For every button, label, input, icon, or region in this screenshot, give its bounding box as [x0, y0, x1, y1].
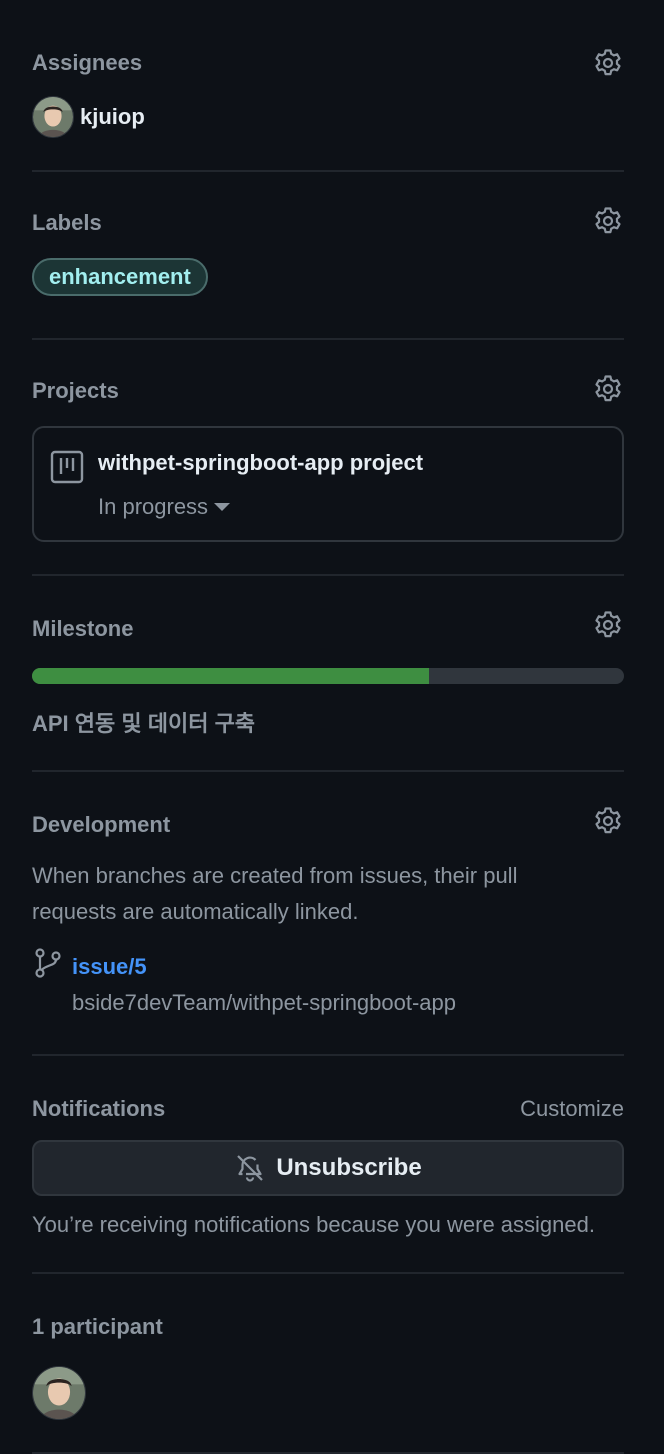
git-branch-icon	[34, 948, 62, 978]
notifications-title: Notifications	[32, 1096, 166, 1121]
milestone-progress-bar	[32, 668, 624, 684]
projects-title: Projects	[32, 378, 119, 403]
project-name[interactable]: withpet-springboot-app project	[98, 450, 423, 476]
development-description: When branches are created from issues, t…	[32, 863, 518, 924]
project-status-dropdown[interactable]: In progress	[98, 494, 231, 520]
milestone-progress-fill	[32, 668, 429, 684]
assignee-item[interactable]: kjuiop	[32, 96, 145, 138]
participants-title: 1 participant	[32, 1314, 163, 1339]
unsubscribe-button[interactable]: Unsubscribe	[32, 1140, 624, 1196]
caret-down-icon	[214, 503, 231, 511]
labels-gear-icon[interactable]	[592, 205, 624, 237]
participants-section: 1 participant	[32, 1274, 624, 1454]
project-status-value: In progress	[98, 494, 209, 519]
assignees-title: Assignees	[32, 50, 143, 75]
participant-avatar[interactable]	[32, 1366, 86, 1420]
branch-link[interactable]: issue/5	[72, 954, 147, 980]
development-section: Development When branches are created fr…	[32, 772, 624, 1056]
development-gear-icon[interactable]	[592, 805, 624, 837]
labels-section: Labels enhancement	[32, 172, 624, 340]
milestone-section: Milestone API 연동 및 데이터 구축	[32, 576, 624, 772]
project-board-icon	[50, 450, 84, 484]
milestone-title: Milestone	[32, 616, 134, 641]
projects-section: Projects withpet-springboot-app project …	[32, 340, 624, 576]
assignees-gear-icon[interactable]	[592, 47, 624, 79]
branch-repo: bside7devTeam/withpet-springboot-app	[72, 990, 457, 1015]
label-enhancement[interactable]: enhancement	[32, 258, 208, 296]
notifications-section: Notifications Customize Unsubscribe You’…	[32, 1056, 624, 1274]
labels-title: Labels	[32, 210, 102, 235]
assignees-section: Assignees kjuiop	[32, 0, 624, 172]
development-title: Development	[32, 812, 171, 837]
milestone-gear-icon[interactable]	[592, 609, 624, 641]
notification-reason: You’re receiving notifications because y…	[32, 1212, 595, 1237]
project-card: withpet-springboot-app project In progre…	[32, 426, 624, 542]
unsubscribe-label: Unsubscribe	[276, 1154, 422, 1181]
assignee-login: kjuiop	[80, 104, 145, 129]
assignee-avatar	[32, 96, 74, 138]
issue-sidebar: Assignees kjuiop Labels enhancement Proj…	[32, 0, 624, 1454]
customize-link[interactable]: Customize	[520, 1096, 624, 1122]
projects-gear-icon[interactable]	[592, 373, 624, 405]
bell-slash-icon	[237, 1155, 264, 1182]
milestone-link[interactable]: API 연동 및 데이터 구축	[32, 706, 255, 738]
